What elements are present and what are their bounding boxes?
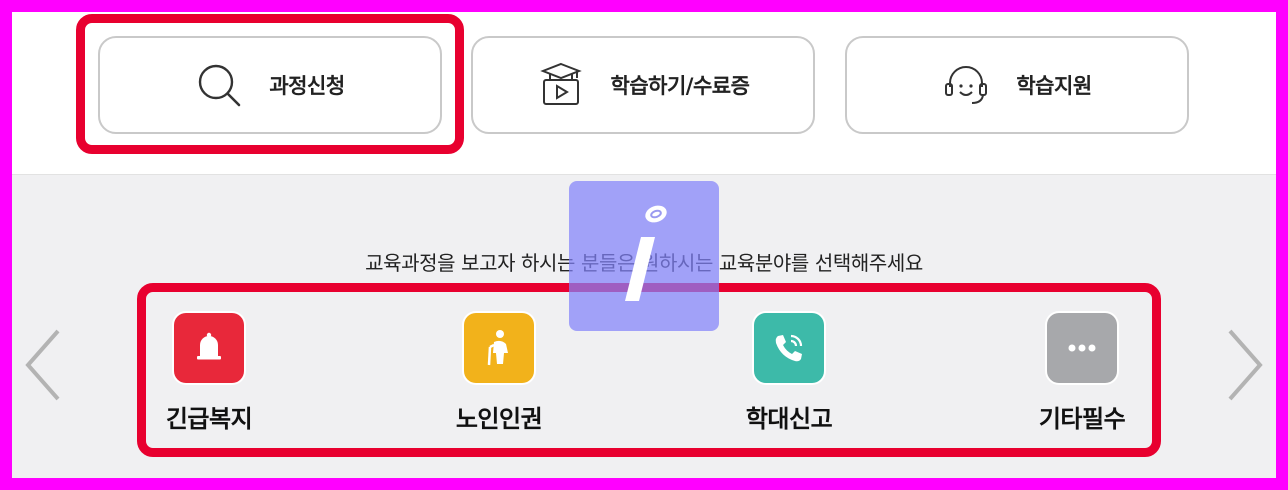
elderly-person-icon: [464, 313, 534, 383]
phone-call-icon: [754, 313, 824, 383]
category-label: 기타필수: [1038, 405, 1126, 433]
category-other-required[interactable]: 기타필수: [1002, 313, 1162, 443]
category-elder-rights[interactable]: 노인인권: [419, 313, 579, 443]
chevron-left-icon: [25, 329, 60, 401]
learning-support-label: 학습지원: [1016, 74, 1092, 98]
learning-support-button[interactable]: 학습지원: [845, 36, 1189, 134]
headset-icon: [942, 61, 990, 109]
page-frame: 과정신청 학습하기/수료증 학습지원 교육과정을 보고자 하시는 교육분야를 선…: [12, 12, 1276, 478]
category-label: 노인인권: [455, 405, 543, 433]
apply-course-button[interactable]: 과정신청: [98, 36, 442, 134]
graduation-video-icon: [537, 61, 585, 109]
top-menu: 과정신청 학습하기/수료증 학습지원: [12, 12, 1276, 174]
category-abuse-report[interactable]: 학대신고: [709, 313, 869, 443]
next-arrow[interactable]: [1222, 325, 1266, 405]
more-dots-icon: [1047, 313, 1117, 383]
info-icon: [625, 205, 667, 301]
search-icon: [195, 61, 243, 109]
prev-arrow[interactable]: [22, 325, 66, 405]
bell-icon: [174, 313, 244, 383]
chevron-right-icon: [1228, 329, 1263, 401]
apply-course-label: 과정신청: [269, 74, 345, 98]
learning-certificate-label: 학습하기/수료증: [610, 74, 750, 98]
category-emergency-welfare[interactable]: 긴급복지: [129, 313, 289, 443]
category-label: 학대신고: [745, 405, 833, 433]
category-label: 긴급복지: [165, 405, 253, 433]
info-overlay-button[interactable]: [569, 181, 719, 331]
learning-certificate-button[interactable]: 학습하기/수료증: [471, 36, 815, 134]
